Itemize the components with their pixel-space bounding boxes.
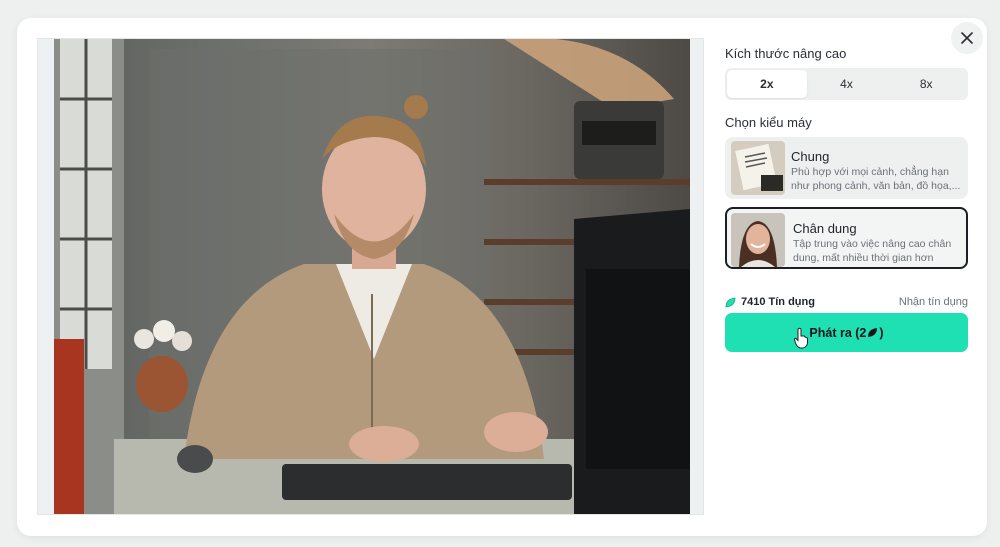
- generate-button-suffix: ): [879, 325, 884, 340]
- preview-photo: [54, 39, 690, 514]
- get-credits-link[interactable]: Nhận tín dụng: [899, 296, 968, 308]
- model-title-portrait: Chân dung: [793, 221, 857, 236]
- photo-illustration: [54, 39, 690, 514]
- model-card-general[interactable]: Chung Phù hợp với mọi cảnh, chẳng hạn nh…: [725, 137, 968, 199]
- close-icon: [961, 32, 973, 44]
- upscale-dialog: Kích thước nâng cao 2x 4x 8x Chọn kiểu m…: [17, 18, 987, 536]
- credit-balance: 7410 Tín dụng: [725, 296, 815, 308]
- upscale-option-8x[interactable]: 8x: [886, 70, 966, 98]
- model-card-portrait[interactable]: Chân dung Tập trung vào việc nâng cao ch…: [725, 207, 968, 269]
- upscale-size-label: Kích thước nâng cao: [725, 46, 847, 61]
- model-select-label: Chọn kiểu máy: [725, 115, 812, 130]
- book-thumbnail-image: [731, 141, 785, 195]
- model-desc-portrait: Tập trung vào việc nâng cao chân dung, m…: [793, 238, 952, 264]
- upscale-option-2x[interactable]: 2x: [727, 70, 807, 98]
- portrait-thumbnail-image: [731, 213, 785, 267]
- credit-leaf-icon: [725, 297, 736, 307]
- hand-cursor-icon: [793, 327, 808, 349]
- credit-leaf-icon: [868, 328, 878, 337]
- model-desc-general: Phù hợp với mọi cảnh, chẳng hạn như phon…: [791, 166, 961, 192]
- generate-button[interactable]: Phát ra (2 ): [725, 313, 968, 352]
- model-thumbnail-general: [731, 141, 785, 195]
- upscale-size-selector: 2x 4x 8x: [725, 68, 968, 100]
- upscale-option-4x[interactable]: 4x: [807, 70, 887, 98]
- generate-button-label: Phát ra (2: [809, 325, 867, 340]
- model-thumbnail-portrait: [731, 213, 785, 267]
- credit-balance-text: 7410 Tín dụng: [741, 296, 815, 308]
- close-button[interactable]: [951, 22, 983, 54]
- model-title-general: Chung: [791, 149, 830, 164]
- image-preview: [37, 38, 704, 515]
